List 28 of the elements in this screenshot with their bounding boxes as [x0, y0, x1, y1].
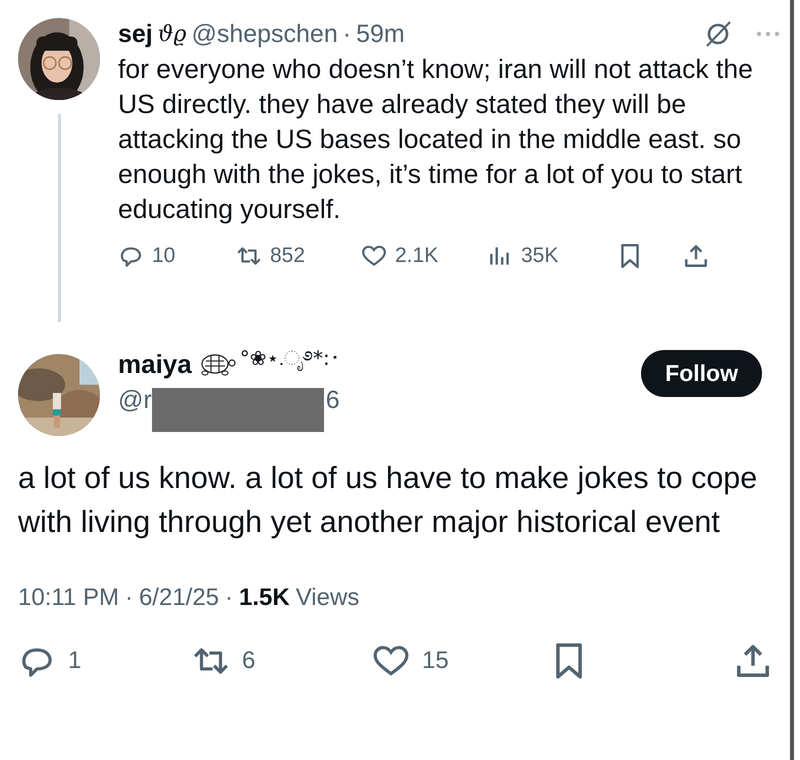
action-count: 852 — [270, 244, 306, 268]
post-time: 10:11 PM — [18, 584, 119, 612]
share-icon[interactable] — [683, 243, 709, 269]
author-handle[interactable]: 6 — [326, 386, 340, 415]
follow-button[interactable]: Follow — [641, 350, 762, 397]
separator-dot: · — [225, 584, 234, 612]
post-text: for everyone who doesn’t know; iran will not attack the US directly. they have already stated they will be attacking the US bases located in the middle east. so enough with the jokes, it’s time for a lot of you to start educating yourself. — [118, 53, 754, 226]
action-count: 35K — [521, 244, 558, 268]
action-count: 15 — [422, 647, 449, 675]
name-symbols: °❀⋆.ೃ࿔*:･ — [240, 345, 340, 373]
action-count: 6 — [242, 647, 256, 675]
author-name[interactable]: sej — [118, 20, 153, 48]
separator-dot: · — [342, 20, 352, 48]
views-count: 1.5K — [239, 584, 290, 612]
action-count: 2.1K — [395, 244, 438, 268]
author-handle[interactable]: @r — [118, 386, 152, 415]
author-name[interactable]: maiya — [118, 348, 192, 380]
share-icon[interactable] — [734, 642, 772, 680]
action-count: 1 — [68, 647, 82, 675]
heart-icon[interactable] — [361, 243, 387, 269]
post-text: a lot of us know. a lot of us have to make jokes to cope with living through yet another major historical event — [18, 460, 758, 541]
views-label: Views — [296, 584, 360, 612]
separator-dot: · — [124, 584, 133, 612]
action-count: 10 — [152, 244, 176, 268]
post-date: 6/21/25 — [138, 584, 220, 612]
name-symbols: ϑϱ — [158, 22, 186, 46]
author-handle[interactable]: @shepschen — [191, 20, 338, 48]
post-time: 59m — [356, 20, 405, 48]
